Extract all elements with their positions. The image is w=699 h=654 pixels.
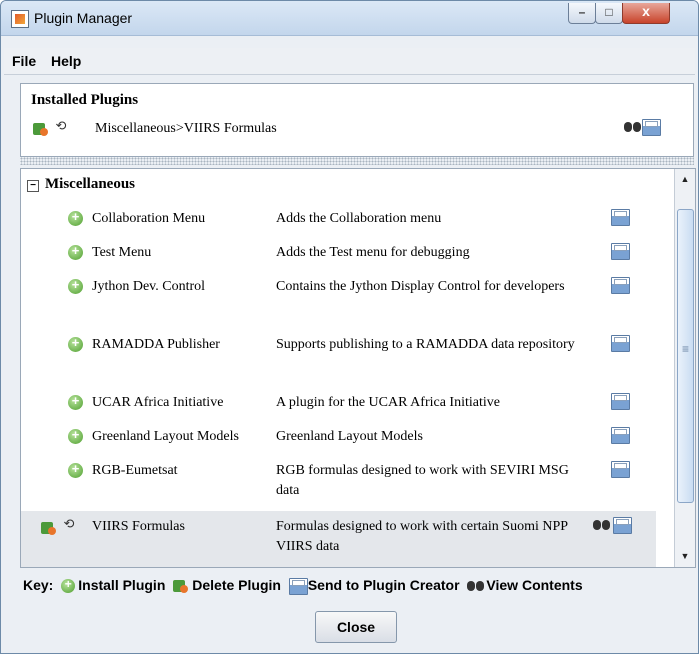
close-window-button[interactable]: x <box>622 3 670 24</box>
key-legend: Key: Install Plugin Delete Plugin Send t… <box>23 577 683 599</box>
plugin-row[interactable]: RGB-Eumetsat RGB formulas designed to wo… <box>21 461 656 503</box>
plugin-row[interactable]: Test Menu Adds the Test menu for debuggi… <box>21 243 656 265</box>
close-button[interactable]: Close <box>315 611 397 643</box>
installed-plugin-row: ⟲ Miscellaneous>VIIRS Formulas <box>31 118 681 138</box>
scroll-down-arrow-icon[interactable]: ▼ <box>676 547 694 565</box>
install-plugin-icon[interactable] <box>68 393 83 410</box>
send-to-plugin-creator-icon <box>288 578 308 596</box>
minimize-icon: – <box>578 5 586 19</box>
send-to-plugin-creator-icon[interactable] <box>611 393 630 410</box>
maximize-icon: □ <box>605 5 613 19</box>
plugin-row[interactable]: UCAR Africa Initiative A plugin for the … <box>21 393 656 415</box>
group-header-miscellaneous[interactable]: − Miscellaneous <box>27 176 135 193</box>
window-title: Plugin Manager <box>34 10 133 26</box>
plugin-row[interactable]: RAMADDA Publisher Supports publishing to… <box>21 335 656 377</box>
plugin-name: VIIRS Formulas <box>92 519 185 534</box>
plugin-name: Collaboration Menu <box>92 211 206 226</box>
send-to-plugin-creator-icon[interactable] <box>611 335 630 352</box>
install-plugin-icon[interactable] <box>68 209 83 226</box>
delete-plugin-icon[interactable] <box>41 519 57 535</box>
group-label: Miscellaneous <box>45 176 135 192</box>
close-icon: x <box>642 3 650 19</box>
install-plugin-icon[interactable] <box>68 335 83 352</box>
menu-bar: File Help <box>4 48 695 75</box>
installed-plugin-path: Miscellaneous>VIIRS Formulas <box>95 121 277 136</box>
installed-plugins-panel: Installed Plugins ⟲ Miscellaneous>VIIRS … <box>20 83 694 157</box>
install-plugin-icon[interactable] <box>68 243 83 260</box>
plugin-row[interactable]: Greenland Layout Models Greenland Layout… <box>21 427 656 449</box>
send-to-plugin-creator-icon[interactable] <box>611 209 630 226</box>
title-bar: Plugin Manager – □ x <box>1 1 698 36</box>
view-contents-icon[interactable] <box>624 120 642 134</box>
key-label: Key: <box>23 577 54 593</box>
plugin-name: Greenland Layout Models <box>92 429 239 444</box>
delete-plugin-icon[interactable] <box>33 120 49 136</box>
split-pane-divider[interactable] <box>20 157 694 165</box>
install-plugin-icon[interactable] <box>68 427 83 444</box>
plugin-description: A plugin for the UCAR Africa Initiative <box>276 395 500 410</box>
plugin-name: Jython Dev. Control <box>92 279 206 294</box>
installed-plugins-title: Installed Plugins <box>31 92 139 108</box>
menu-file[interactable]: File <box>12 53 36 69</box>
plugin-row[interactable]: Jython Dev. Control Contains the Jython … <box>21 277 656 319</box>
key-install-label: Install Plugin <box>78 577 166 593</box>
send-to-plugin-creator-icon[interactable] <box>613 517 632 534</box>
menu-help[interactable]: Help <box>51 53 81 69</box>
scroll-thumb[interactable] <box>677 209 694 503</box>
plugin-description: Formulas designed to work with certain S… <box>276 519 568 554</box>
plugin-name: UCAR Africa Initiative <box>92 395 224 410</box>
plugin-description: Adds the Collaboration menu <box>276 211 442 226</box>
plugin-name: RGB-Eumetsat <box>92 463 178 478</box>
plugin-description: Adds the Test menu for debugging <box>276 245 470 260</box>
key-delete-label: Delete Plugin <box>192 577 281 593</box>
minimize-button[interactable]: – <box>568 3 596 24</box>
plugin-name: RAMADDA Publisher <box>92 337 220 352</box>
refresh-icon[interactable]: ⟲ <box>61 517 77 533</box>
plugin-list: −Miscellaneous Collaboration Menu Adds t… <box>20 168 696 568</box>
scroll-up-arrow-icon[interactable]: ▲ <box>676 170 694 188</box>
plugin-description: RGB formulas designed to work with SEVIR… <box>276 463 569 498</box>
plugin-description: Greenland Layout Models <box>276 429 423 444</box>
send-to-plugin-creator-icon[interactable] <box>611 461 630 478</box>
plugin-description: Supports publishing to a RAMADDA data re… <box>276 337 575 352</box>
plugin-row-selected[interactable]: ⟲ VIIRS Formulas Formulas designed to wo… <box>21 511 656 567</box>
key-send-label: Send to Plugin Creator <box>307 577 460 593</box>
key-view-label: View Contents <box>486 577 583 593</box>
app-icon <box>11 10 29 28</box>
delete-plugin-icon <box>173 579 189 594</box>
collapse-icon[interactable]: − <box>27 180 39 192</box>
vertical-scrollbar[interactable]: ▲ ▼ <box>674 169 695 567</box>
view-contents-icon[interactable] <box>593 518 611 532</box>
view-contents-icon <box>467 579 485 593</box>
maximize-button[interactable]: □ <box>595 3 623 24</box>
plugin-name: Test Menu <box>92 245 152 260</box>
install-plugin-icon[interactable] <box>68 277 83 294</box>
refresh-icon[interactable]: ⟲ <box>53 119 69 135</box>
send-to-plugin-creator-icon[interactable] <box>611 243 630 260</box>
install-plugin-icon <box>61 577 76 594</box>
install-plugin-icon[interactable] <box>68 461 83 478</box>
plugin-row[interactable]: Collaboration Menu Adds the Collaboratio… <box>21 209 656 231</box>
send-to-plugin-creator-icon[interactable] <box>642 119 661 136</box>
send-to-plugin-creator-icon[interactable] <box>611 277 630 294</box>
send-to-plugin-creator-icon[interactable] <box>611 427 630 444</box>
plugin-manager-window: Plugin Manager – □ x File Help Installed… <box>0 0 699 654</box>
plugin-description: Contains the Jython Display Control for … <box>276 279 565 294</box>
